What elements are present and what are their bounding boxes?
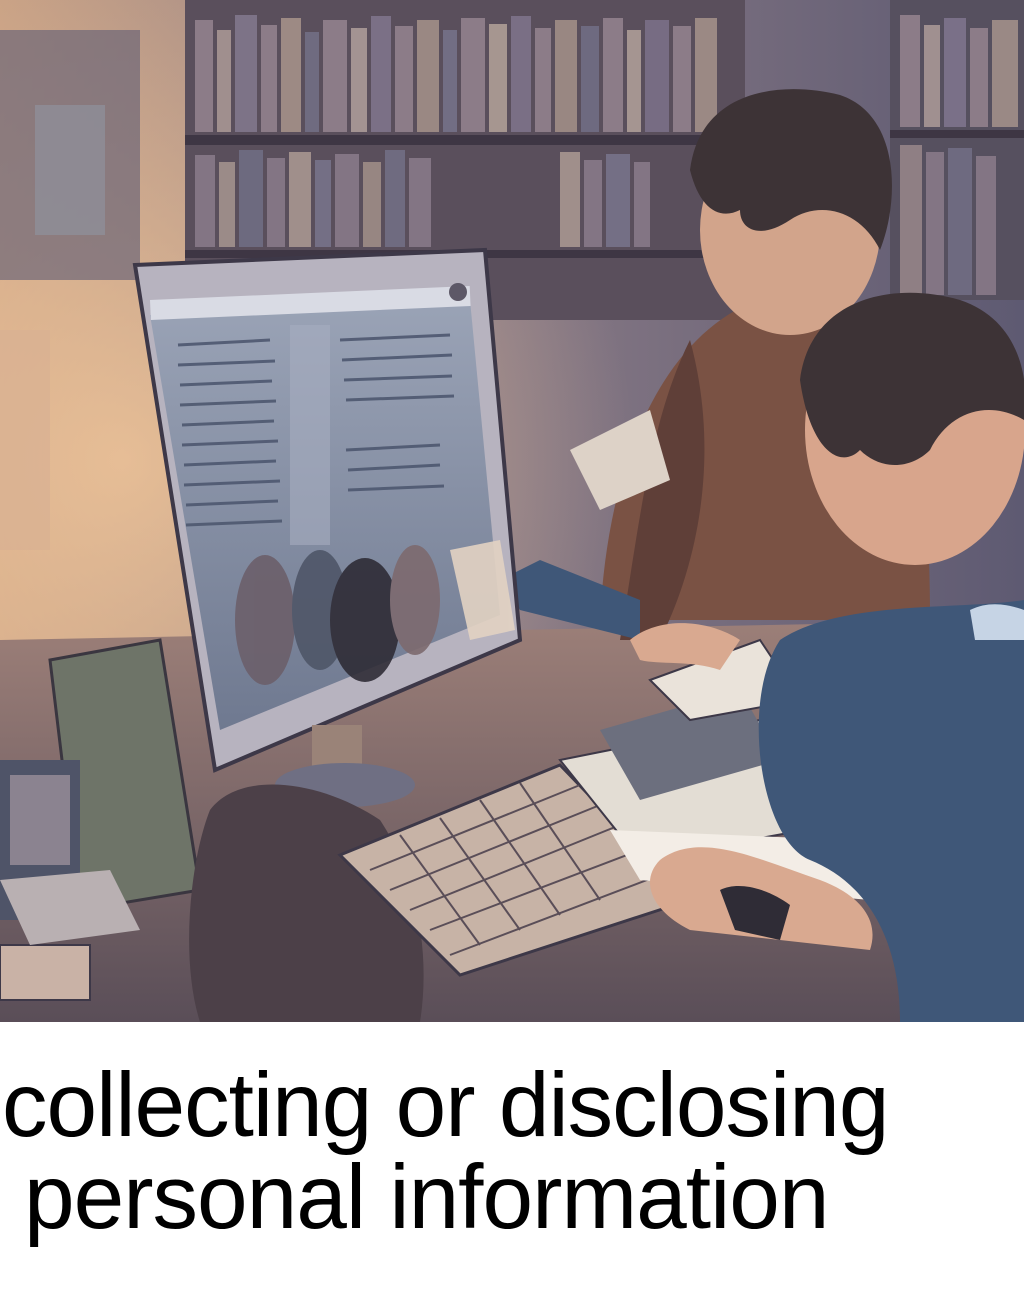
caption-line-1: collecting or disclosing [2,1055,889,1156]
caption-line-2: personal information [24,1147,830,1248]
illustration [0,0,1024,1022]
caption: collecting or disclosing personal inform… [0,1060,1024,1244]
bottom-left-item [0,944,91,1001]
